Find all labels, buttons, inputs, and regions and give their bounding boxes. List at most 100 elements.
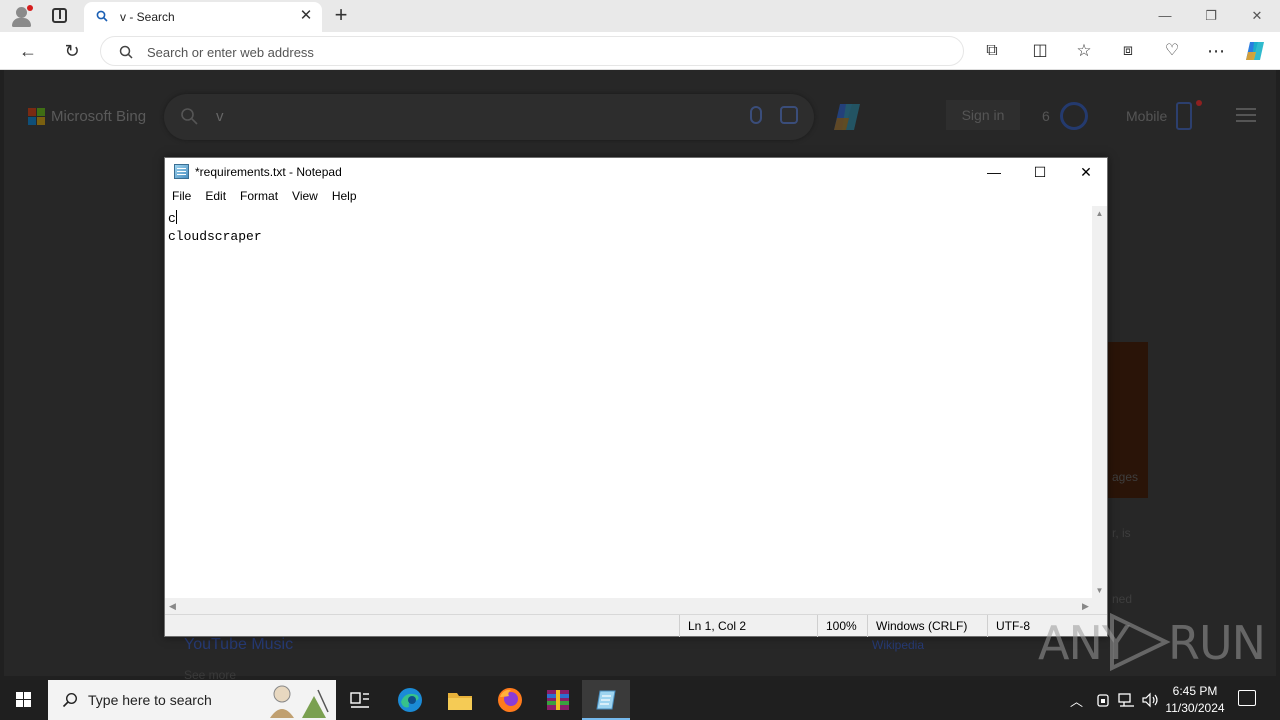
notepad-titlebar[interactable]: *requirements.txt - Notepad — ☐ ✕: [165, 158, 1107, 186]
anyrun-watermark: ANY RUN: [1038, 608, 1266, 672]
more-icon[interactable]: ⋯: [1202, 37, 1230, 65]
taskbar-firefox[interactable]: [486, 680, 534, 720]
wikipedia-link[interactable]: Wikipedia: [872, 638, 924, 652]
taskbar-search-box[interactable]: Type here to search: [48, 680, 336, 720]
taskbar-file-explorer[interactable]: [436, 680, 484, 720]
taskbar-winrar[interactable]: [534, 680, 582, 720]
split-screen-icon[interactable]: ◫: [1026, 37, 1054, 65]
microsoft-logo-icon: [28, 108, 45, 125]
bing-logo[interactable]: Microsoft Bing: [28, 108, 146, 125]
favorites-icon[interactable]: ☆: [1070, 37, 1098, 65]
rewards-icon[interactable]: [1060, 102, 1088, 130]
notification-dot: [1196, 100, 1202, 106]
search-icon: [96, 10, 108, 22]
text-line-content: cloudscraper: [168, 229, 262, 244]
copilot-logo-icon[interactable]: [832, 100, 866, 134]
text-line: cloudscraper: [168, 228, 1090, 246]
search-icon: [181, 108, 198, 125]
address-input[interactable]: [147, 42, 927, 62]
address-bar[interactable]: [100, 36, 964, 66]
status-position: Ln 1, Col 2: [679, 615, 817, 637]
mobile-link[interactable]: Mobile: [1126, 108, 1167, 124]
search-highlight-illustration-icon: [270, 685, 329, 718]
notepad-maximize-button[interactable]: ☐: [1017, 158, 1063, 186]
windows-taskbar: Type here to search ︿ 6:45 PM 11/30/2024: [0, 680, 1280, 720]
status-zoom: 100%: [817, 615, 867, 637]
watermark-text-right: RUN: [1168, 616, 1266, 670]
menu-format[interactable]: Format: [233, 186, 285, 206]
copilot-icon[interactable]: [1244, 40, 1268, 62]
notepad-menubar: File Edit Format View Help: [165, 186, 1107, 206]
scroll-left-icon[interactable]: ◀: [165, 598, 180, 614]
refresh-icon[interactable]: ↻: [58, 37, 86, 65]
start-button[interactable]: [0, 680, 48, 720]
menu-icon[interactable]: [1236, 108, 1256, 122]
play-logo-icon: [1110, 612, 1171, 672]
taskbar-clock[interactable]: 6:45 PM 11/30/2024: [1160, 683, 1230, 717]
mobile-phone-icon[interactable]: [1176, 102, 1192, 130]
horizontal-scrollbar[interactable]: ◀ ▶: [165, 598, 1093, 614]
taskbar-notepad[interactable]: [582, 680, 630, 720]
browser-tab-active[interactable]: v - Search ✕: [84, 2, 322, 32]
visual-search-icon[interactable]: [780, 106, 798, 124]
firefox-icon: [498, 688, 522, 712]
close-tab-icon[interactable]: ✕: [298, 8, 314, 24]
collections-icon[interactable]: ⧈: [1114, 37, 1142, 65]
back-icon[interactable]: ←: [14, 37, 42, 65]
task-view-icon: [350, 692, 369, 708]
browser-tabstrip: v - Search ✕ + — ❐ ✕: [0, 0, 1280, 32]
notepad-statusbar: Ln 1, Col 2 100% Windows (CRLF) UTF-8: [165, 614, 1107, 637]
folder-icon: [448, 693, 472, 710]
notepad-text-area[interactable]: c cloudscraper: [165, 206, 1093, 598]
vertical-scrollbar[interactable]: ▲ ▼: [1092, 206, 1107, 598]
extensions-icon[interactable]: ⧉: [978, 37, 1006, 65]
new-tab-button[interactable]: +: [330, 4, 352, 26]
tab-actions-icon[interactable]: [52, 8, 67, 23]
restore-button[interactable]: ❐: [1188, 4, 1234, 28]
bing-search-box[interactable]: v: [164, 94, 814, 140]
side-text: ned: [1112, 592, 1133, 606]
search-icon: [119, 45, 133, 59]
edge-icon: [398, 688, 422, 712]
minimize-button[interactable]: —: [1142, 4, 1188, 28]
bing-query-text: v: [216, 108, 224, 125]
sign-in-button[interactable]: Sign in: [946, 100, 1020, 130]
chevron-up-icon[interactable]: ︿: [1070, 691, 1083, 710]
notepad-title: *requirements.txt - Notepad: [195, 165, 342, 179]
winrar-icon: [547, 690, 569, 710]
microphone-icon[interactable]: [750, 106, 762, 124]
menu-file[interactable]: File: [165, 186, 198, 206]
notepad-window: *requirements.txt - Notepad — ☐ ✕ File E…: [164, 157, 1108, 637]
menu-edit[interactable]: Edit: [198, 186, 233, 206]
side-text: ages: [1112, 470, 1139, 484]
rewards-count: 6: [1042, 108, 1050, 124]
notepad-close-button[interactable]: ✕: [1063, 158, 1109, 186]
bing-logo-text: Microsoft Bing: [51, 108, 147, 125]
clock-date: 11/30/2024: [1165, 701, 1225, 715]
browser-toolbar: ← ↻ ⧉ ◫ ☆ ⧈ ♡ ⋯: [0, 32, 1280, 70]
text-caret: [175, 210, 177, 224]
scroll-down-icon[interactable]: ▼: [1092, 583, 1107, 598]
windows-logo-icon: [16, 692, 31, 707]
profile-icon[interactable]: [10, 5, 34, 27]
close-window-button[interactable]: ✕: [1234, 4, 1280, 28]
tab-title: v - Search: [120, 10, 175, 24]
menu-view[interactable]: View: [285, 186, 325, 206]
menu-help[interactable]: Help: [325, 186, 364, 206]
browser-essentials-icon[interactable]: ♡: [1158, 37, 1186, 65]
text-line-content: c: [168, 211, 176, 226]
task-view-button[interactable]: [336, 680, 384, 720]
taskbar-edge[interactable]: [386, 680, 434, 720]
status-line-ending: Windows (CRLF): [867, 615, 987, 637]
youtube-music-link[interactable]: YouTube Music: [184, 636, 293, 654]
search-icon: [62, 692, 78, 708]
notification-center-icon[interactable]: [1238, 690, 1256, 706]
network-icon[interactable]: [1118, 692, 1136, 708]
security-tray-icon[interactable]: [1096, 692, 1110, 708]
scroll-up-icon[interactable]: ▲: [1092, 206, 1107, 221]
notepad-app-icon: [174, 164, 189, 179]
text-line: c: [168, 210, 1090, 228]
volume-icon[interactable]: [1142, 692, 1160, 708]
clock-time: 6:45 PM: [1172, 684, 1218, 698]
notepad-minimize-button[interactable]: —: [971, 158, 1017, 186]
